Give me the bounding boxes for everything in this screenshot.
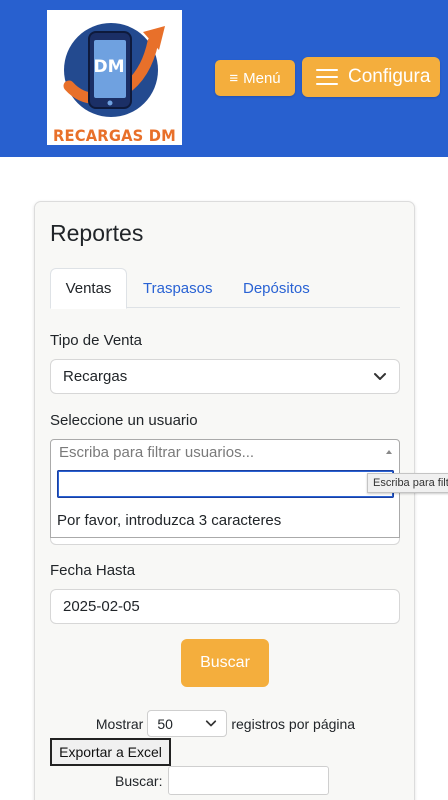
usuario-label: Seleccione un usuario <box>50 412 198 429</box>
export-excel-button[interactable]: Exportar a Excel <box>50 738 171 766</box>
tab-ventas[interactable]: Ventas <box>50 268 127 309</box>
tipo-venta-value: Recargas <box>63 368 128 385</box>
table-search-input[interactable] <box>168 766 330 795</box>
menu-icon: ≡ <box>229 69 239 87</box>
tipo-venta-label: Tipo de Venta <box>50 332 143 349</box>
table-search: Buscar: <box>115 766 330 795</box>
logo-text: RECARGAS DM <box>52 126 177 145</box>
page-title: Reportes <box>50 220 144 246</box>
per-page-label: registros por página <box>231 715 356 732</box>
fecha-hasta-input[interactable]: 2025-02-05 <box>50 589 400 624</box>
tipo-venta-select[interactable]: Recargas <box>50 359 400 394</box>
search-label: Buscar: <box>115 772 163 789</box>
caret-up-icon <box>386 450 392 454</box>
page-size-control: Mostrar 50 registros por página <box>35 710 416 737</box>
page-size-select[interactable]: 50 <box>147 710 228 737</box>
fecha-hasta-value: 2025-02-05 <box>63 598 140 615</box>
buscar-button[interactable]: Buscar <box>181 639 269 687</box>
menu-button[interactable]: ≡ Menú <box>215 60 295 96</box>
usuario-select[interactable]: Escriba para filtrar usuarios... <box>50 439 400 465</box>
logo-badge: DM <box>93 57 124 77</box>
usuario-placeholder: Escriba para filtrar usuarios... <box>59 444 255 461</box>
tab-traspasos[interactable]: Traspasos <box>143 268 212 308</box>
report-card: Reportes Ventas Traspasos Depósitos Tipo… <box>34 201 415 800</box>
logo[interactable]: DM RECARGAS DM <box>47 10 182 145</box>
report-tabs: Ventas Traspasos Depósitos <box>50 268 400 309</box>
usuario-dropdown: Por favor, introduzca 3 caracteres <box>50 464 400 538</box>
hamburger-icon <box>316 69 338 85</box>
chevron-down-icon <box>374 373 386 380</box>
menu-button-label: Menú <box>243 69 281 87</box>
chevron-down-icon <box>206 720 217 727</box>
phone-recharge-logo-icon: DM <box>63 23 165 117</box>
page-size-value: 50 <box>157 716 173 732</box>
config-button-label: Configura <box>348 66 431 87</box>
tooltip: Escriba para filt <box>367 473 448 493</box>
fecha-hasta-label: Fecha Hasta <box>50 562 136 579</box>
usuario-search-input[interactable] <box>57 470 394 498</box>
show-label: Mostrar <box>95 715 144 732</box>
tab-depositos[interactable]: Depósitos <box>243 268 310 308</box>
config-button[interactable]: Configura <box>302 57 440 97</box>
usuario-dropdown-message: Por favor, introduzca 3 caracteres <box>57 512 282 529</box>
top-header: DM RECARGAS DM ≡ Menú Configura <box>0 0 448 157</box>
